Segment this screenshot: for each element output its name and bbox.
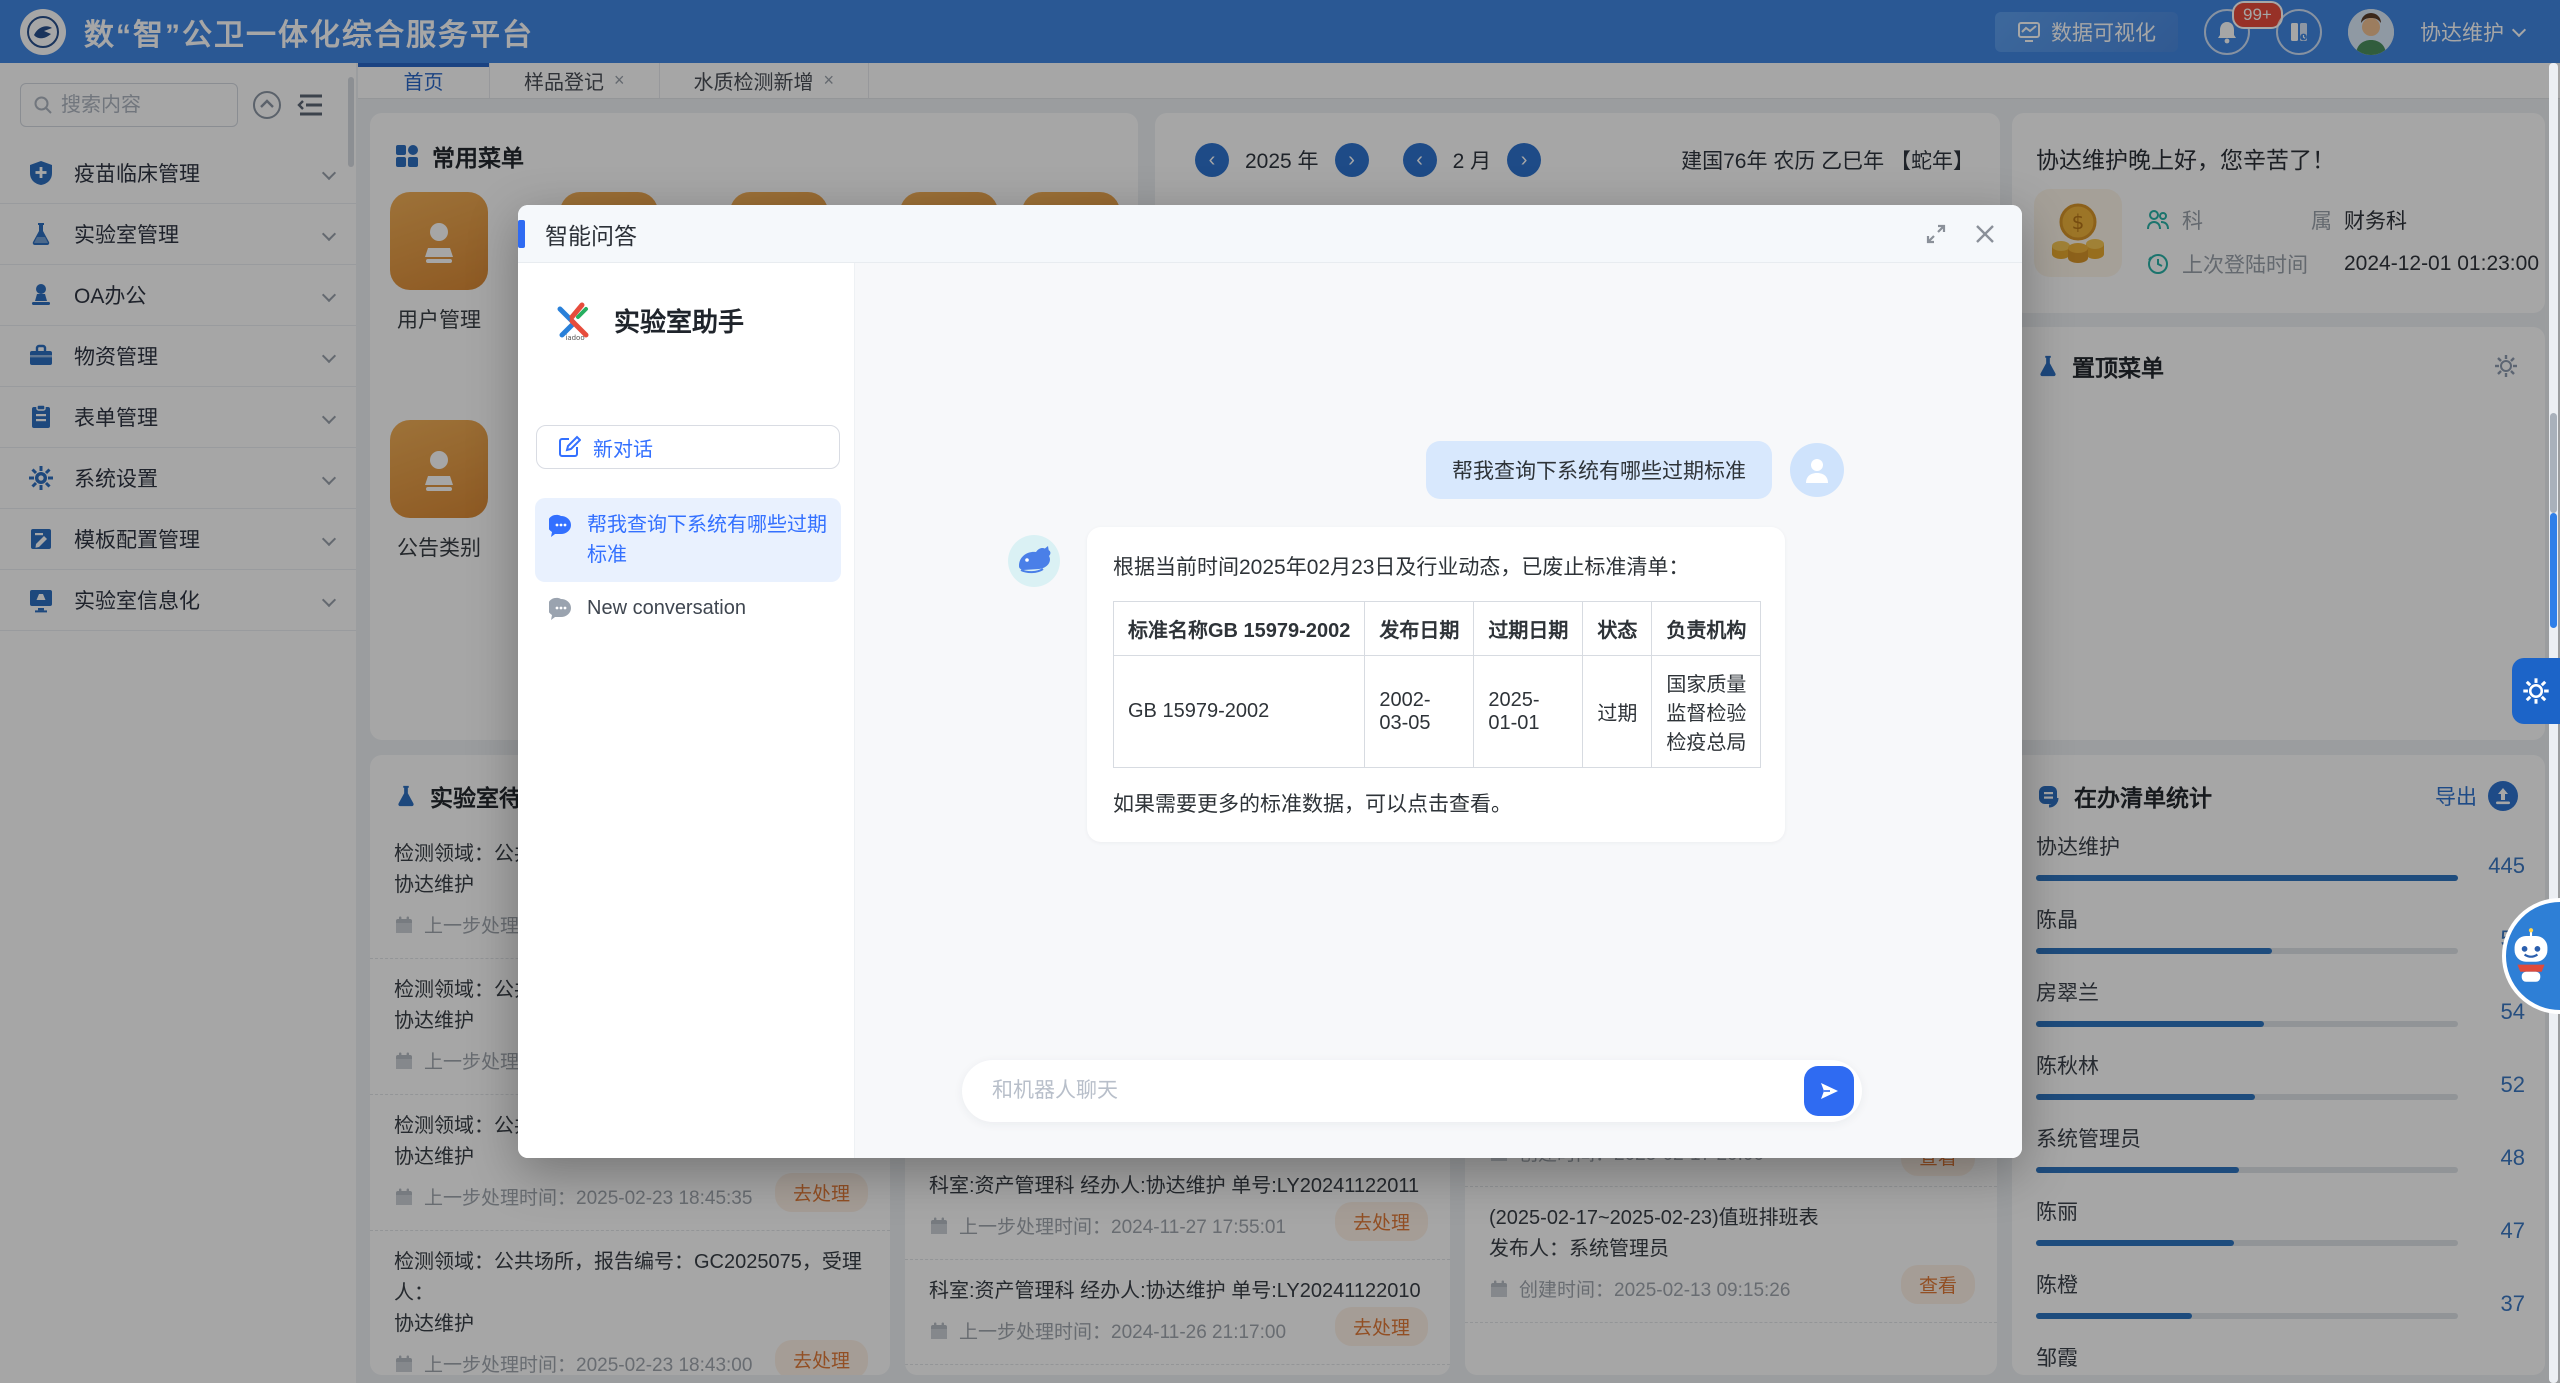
scrollbar-thumb[interactable] (2550, 413, 2557, 513)
bot-intro-text: 根据当前时间2025年02月23日及行业动态，已废止标准清单： (1113, 551, 1759, 581)
modal-header: 智能问答 (518, 205, 2022, 263)
svg-text:iadoo: iadoo (565, 334, 584, 342)
assistant-logo: iadoo (552, 297, 598, 343)
user-chat-avatar (1790, 443, 1844, 497)
fullscreen-icon[interactable] (1924, 222, 1948, 246)
assistant-name: 实验室助手 (614, 302, 744, 339)
new-chat-button[interactable]: 新对话 (536, 425, 840, 469)
scrollbar-thumb-active[interactable] (2550, 513, 2557, 628)
chat-input-bar (962, 1060, 1862, 1122)
bot-footer-text: 如果需要更多的标准数据，可以点击查看。 (1113, 788, 1759, 818)
standards-table: 标准名称GB 15979-2002 发布日期 过期日期 状态 负责机构 GB 1… (1113, 601, 1761, 768)
chat-bubble-icon (549, 597, 573, 621)
chat-bubble-icon (549, 514, 573, 538)
user-message-bubble: 帮我查询下系统有哪些过期标准 (1426, 441, 1772, 499)
send-icon (1817, 1079, 1841, 1103)
floating-settings-button[interactable] (2512, 658, 2560, 724)
table-row: GB 15979-2002 2002-03-05 2025-01-01 过期 国… (1114, 656, 1761, 768)
conversation-item-new[interactable]: New conversation (535, 581, 841, 635)
chat-area: 帮我查询下系统有哪些过期标准 根据当前时间2025年02月23日及行业动态，已废… (855, 263, 2022, 1158)
chat-input[interactable] (992, 1079, 1804, 1103)
ai-qa-modal: 智能问答 iadoo 实验室助手 新对话 帮我查询下系统有哪些过期标准 New … (518, 205, 2022, 1158)
bot-whale-avatar (1008, 535, 1060, 587)
title-accent-bar (518, 220, 525, 248)
conversation-item-active[interactable]: 帮我查询下系统有哪些过期标准 (535, 498, 841, 582)
modal-title: 智能问答 (545, 217, 637, 251)
gear-icon (2521, 676, 2551, 706)
edit-pencil-icon (557, 435, 581, 459)
assistant-sidebar: iadoo 实验室助手 新对话 帮我查询下系统有哪些过期标准 New conve… (518, 263, 855, 1158)
send-button[interactable] (1804, 1066, 1854, 1116)
close-icon[interactable] (1974, 223, 1996, 245)
bot-message-bubble: 根据当前时间2025年02月23日及行业动态，已废止标准清单： 标准名称GB 1… (1087, 527, 1785, 842)
